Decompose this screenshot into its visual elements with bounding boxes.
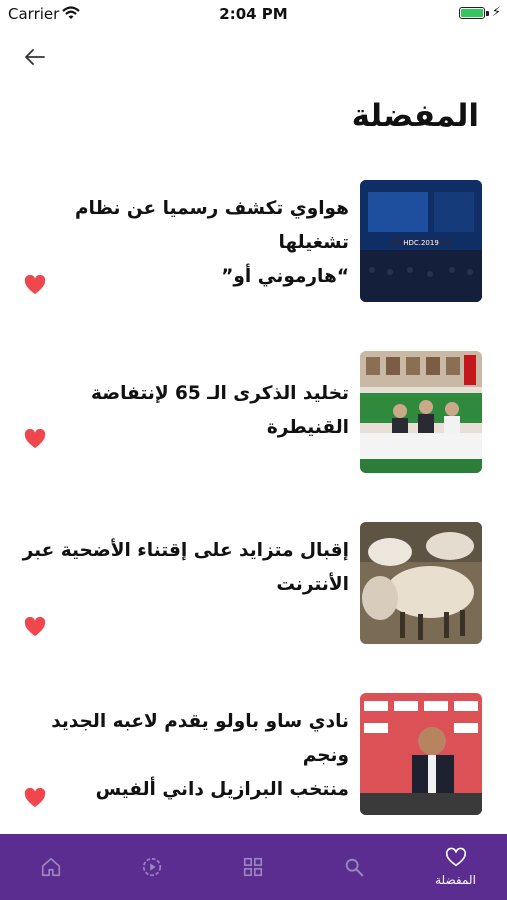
article-thumbnail[interactable] bbox=[360, 351, 482, 473]
article-headline[interactable]: هواوي تكشف رسميا عن نظام تشغيلها “هارمون… bbox=[19, 192, 349, 294]
article-headline[interactable]: تخليد الذكرى الـ 65 لإنتفاضة القنيطرة bbox=[19, 377, 349, 445]
heart-icon[interactable] bbox=[24, 429, 46, 449]
heart-icon[interactable] bbox=[24, 788, 46, 808]
battery-cap bbox=[486, 11, 489, 16]
tab-home[interactable] bbox=[0, 834, 101, 900]
grid-icon bbox=[243, 857, 262, 877]
charging-icon: ⚡ bbox=[491, 5, 501, 20]
heart-icon[interactable] bbox=[24, 617, 46, 637]
article-card[interactable]: إقبال متزايد على إقتناء الأضحية عبر الأن… bbox=[0, 522, 507, 646]
article-thumbnail[interactable] bbox=[360, 693, 482, 815]
tab-video[interactable] bbox=[101, 834, 202, 900]
bottom-tab-bar: المفضلة bbox=[0, 834, 507, 900]
article-headline[interactable]: نادي ساو باولو يقدم لاعبه الجديد ونجم من… bbox=[19, 705, 349, 807]
article-thumbnail[interactable]: HDC.2019 bbox=[360, 180, 482, 302]
article-card[interactable]: HDC.2019 هواوي تكشف رسميا عن نظام تشغيله… bbox=[0, 180, 507, 304]
tab-favorites-label: المفضلة bbox=[435, 873, 476, 887]
battery-icon bbox=[459, 7, 485, 19]
back-arrow-icon[interactable] bbox=[22, 44, 48, 70]
play-icon bbox=[142, 857, 161, 877]
press-conference-image bbox=[360, 693, 482, 815]
heart-icon[interactable] bbox=[24, 275, 46, 295]
heart-outline-icon bbox=[445, 847, 466, 867]
article-card[interactable]: تخليد الذكرى الـ 65 لإنتفاضة القنيطرة bbox=[0, 351, 507, 475]
tab-categories[interactable] bbox=[202, 834, 303, 900]
home-icon bbox=[41, 857, 60, 877]
search-icon bbox=[345, 858, 363, 877]
article-headline[interactable]: إقبال متزايد على إقتناء الأضحية عبر الأن… bbox=[19, 534, 349, 602]
tab-search[interactable] bbox=[303, 834, 404, 900]
ceremony-panel-image bbox=[360, 351, 482, 473]
conference-stage-image: HDC.2019 bbox=[360, 180, 482, 302]
thumb-caption: HDC.2019 bbox=[403, 239, 439, 247]
page-title: المفضلة bbox=[351, 98, 479, 134]
tab-favorites[interactable]: المفضلة bbox=[404, 834, 507, 900]
clock: 2:04 PM bbox=[219, 5, 288, 23]
status-bar: Carrier 2:04 PM ⚡ bbox=[0, 0, 507, 28]
article-card[interactable]: نادي ساو باولو يقدم لاعبه الجديد ونجم من… bbox=[0, 693, 507, 817]
article-thumbnail[interactable] bbox=[360, 522, 482, 644]
sheep-image bbox=[360, 522, 482, 644]
